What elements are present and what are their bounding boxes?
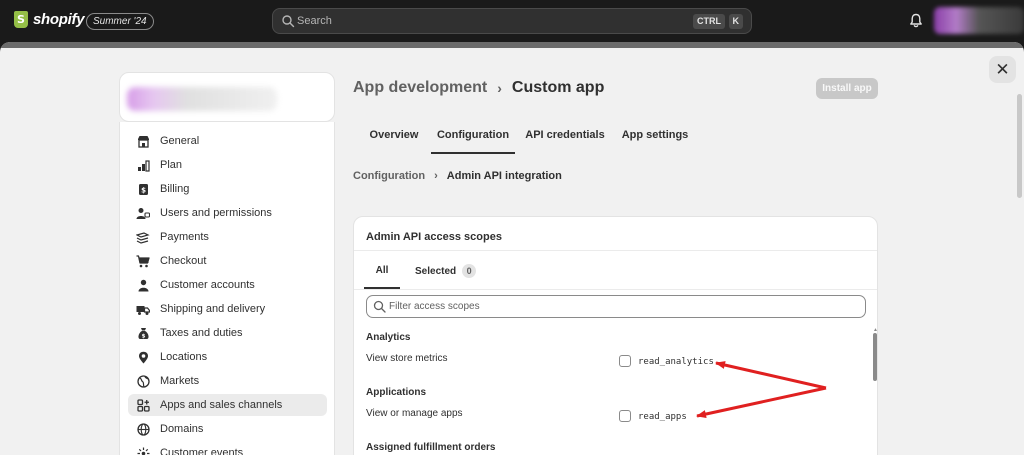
sidebar-item-domains[interactable]: Domains [128,418,327,440]
events-icon [133,443,153,455]
page-title: Custom app [511,79,605,96]
sidebar-item-label: Customer accounts [160,279,255,291]
sub-breadcrumb: Configuration › Admin API integration [353,170,562,182]
cart-icon [133,251,153,271]
close-icon: ✕ [995,59,1010,79]
chevron-right-icon: › [434,170,438,182]
sidebar-item-label: Payments [160,231,209,243]
billing-icon: $ [133,179,153,199]
person-icon [133,275,153,295]
filter-scopes-field[interactable] [366,295,866,318]
sidebar-item-shipping[interactable]: Shipping and delivery [128,298,327,320]
sidebar-item-label: General [160,135,200,147]
sidebar-item-label: Plan [160,159,183,171]
plan-icon [133,155,153,175]
read-analytics-scope: read_analytics [638,357,714,367]
tab-api-credentials[interactable]: API credentials [521,126,609,154]
sidebar-item-label: Markets [160,375,200,387]
close-button[interactable]: ✕ [989,56,1016,83]
global-search[interactable]: Search CTRL K [272,8,752,34]
shopify-bag-icon [14,11,28,28]
sidebar-item-label: Taxes and duties [160,327,243,339]
tab-configuration[interactable]: Configuration [431,126,515,154]
settings-sidebar: General Plan $ Billing Users and permiss… [119,122,335,455]
sidebar-item-label: Billing [160,183,190,195]
scope-tab-selected[interactable]: Selected 0 [415,253,477,289]
scope-section-analytics-desc: View store metrics [366,353,448,364]
read-apps-checkbox[interactable] [619,410,631,422]
scope-section-fulfillment-title: Assigned fulfillment orders [366,442,496,453]
shortcut-ctrl-key: CTRL [693,14,725,29]
install-app-button[interactable]: Install app [816,78,878,99]
sidebar-item-label: Checkout [160,255,207,267]
tab-overview[interactable]: Overview [361,126,427,154]
sidebar-item-markets[interactable]: Markets [128,370,327,392]
sidebar-item-locations[interactable]: Locations [128,346,327,368]
apps-icon [133,395,153,415]
truck-icon [133,299,153,319]
scope-section-analytics-title: Analytics [366,332,411,343]
scope-section-applications-title: Applications [366,387,427,398]
access-scopes-card: Admin API access scopes All Selected 0 A… [353,216,878,455]
tabs-divider [354,289,877,290]
modal-top-strip [0,42,1024,48]
svg-text:$: $ [141,186,146,194]
globe-icon [133,371,153,391]
svg-text:$: $ [141,333,145,339]
scopes-scrollbar-thumb[interactable] [873,333,877,381]
sidebar-item-apps[interactable]: Apps and sales channels [128,394,327,416]
tab-app-settings[interactable]: App settings [617,126,693,154]
modal-scrollbar-thumb[interactable] [1017,94,1022,198]
sidebar-item-customer-accounts[interactable]: Customer accounts [128,274,327,296]
sidebar-item-label: Shipping and delivery [160,303,266,315]
store-icon [133,131,153,151]
top-bar: shopify Summer '24 Search CTRL K [0,0,1024,42]
account-avatar[interactable] [934,7,1024,34]
card-divider [354,250,877,251]
read-apps-scope: read_apps [638,412,687,422]
sub-breadcrumb-parent-link[interactable]: Configuration [353,170,425,182]
search-icon [282,15,295,28]
sidebar-item-billing[interactable]: $ Billing [128,178,327,200]
filter-scopes-input[interactable] [389,298,859,315]
payments-icon [133,227,153,247]
breadcrumb-parent-link[interactable]: App development [353,79,487,97]
settings-modal: ✕ General Plan $ Billing Users and permi… [0,42,1024,455]
domain-icon [133,419,153,439]
brand-name: shopify [33,11,85,28]
sidebar-item-label: Locations [160,351,208,363]
store-switcher[interactable] [119,72,335,122]
sidebar-item-taxes[interactable]: $ Taxes and duties [128,322,327,344]
sidebar-item-label: Users and permissions [160,207,272,219]
sub-breadcrumb-current: Admin API integration [446,170,562,182]
tax-icon: $ [133,323,153,343]
scope-tab-selected-label: Selected [415,265,457,277]
sidebar-item-customer-events[interactable]: Customer events [128,442,327,455]
sidebar-item-plan[interactable]: Plan [128,154,327,176]
sidebar-item-users[interactable]: Users and permissions [128,202,327,224]
selected-count-badge: 0 [462,264,477,278]
scope-tab-all-label: All [375,264,389,276]
bell-icon[interactable] [909,13,923,29]
sidebar-item-label: Apps and sales channels [160,399,283,411]
read-analytics-checkbox[interactable] [619,355,631,367]
edition-badge[interactable]: Summer '24 [86,13,154,30]
chevron-right-icon: › [497,80,502,96]
search-icon [373,300,386,313]
store-name-redacted [127,87,277,111]
sidebar-item-general[interactable]: General [128,130,327,152]
scope-section-applications-desc: View or manage apps [366,408,463,419]
shopify-logo[interactable]: shopify [14,11,85,28]
location-icon [133,347,153,367]
shortcut-k-key: K [728,14,743,29]
sidebar-item-label: Customer events [160,447,244,455]
users-icon [133,203,153,223]
card-title: Admin API access scopes [366,231,502,243]
sidebar-item-label: Domains [160,423,204,435]
sidebar-item-checkout[interactable]: Checkout [128,250,327,272]
scope-tab-all[interactable]: All [364,253,400,289]
sidebar-item-payments[interactable]: Payments [128,226,327,248]
search-placeholder: Search [297,15,332,27]
breadcrumb: App development › Custom app [353,79,604,97]
